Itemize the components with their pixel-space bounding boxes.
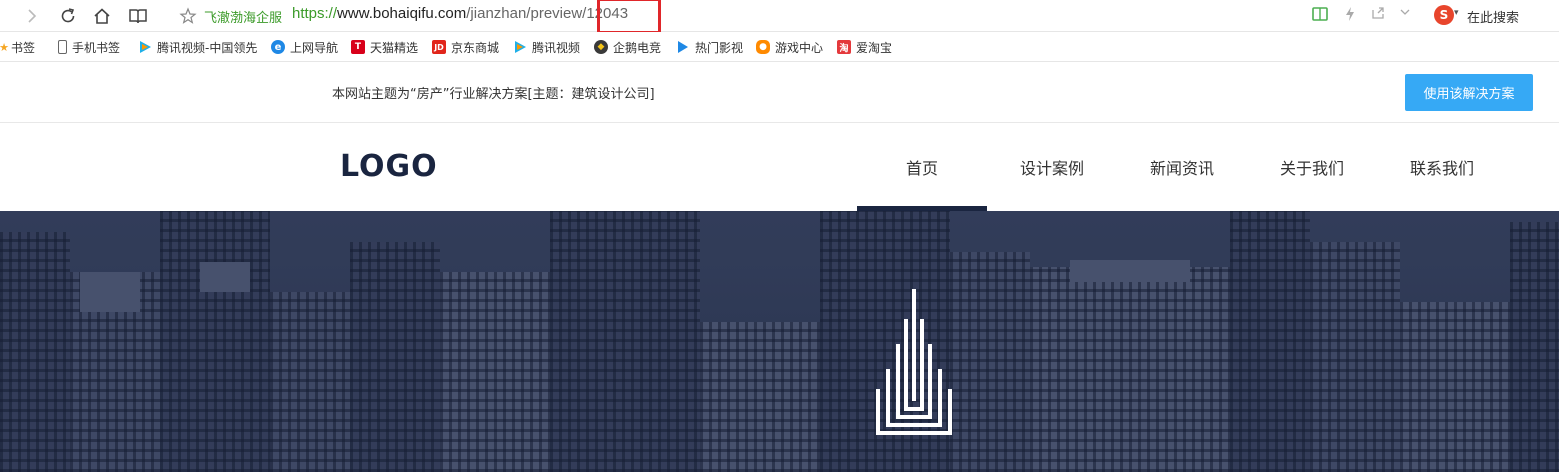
url-path: /jianzhan/preview/: [466, 5, 587, 22]
reload-button[interactable]: [56, 4, 80, 28]
bookmark-item[interactable]: e 上网导航: [271, 39, 338, 55]
forward-button[interactable]: [20, 4, 44, 28]
gamepad-icon: ●: [756, 40, 770, 54]
bookmarks-bar: ★ 书签 手机书签 腾讯视频-中国领先 e 上网导航 T 天猫精选 JD 京东商…: [0, 32, 1559, 62]
bookmark-star-button[interactable]: [176, 4, 200, 28]
nav-design-cases[interactable]: 设计案例: [987, 123, 1117, 211]
lightning-icon[interactable]: [1344, 6, 1356, 26]
theme-notice-text: 本网站主题为“房产”行业解决方案[主题：建筑设计公司]: [332, 87, 655, 102]
star-icon: ★: [0, 40, 9, 54]
reader-mode-icon[interactable]: [1311, 5, 1329, 27]
bookmark-item[interactable]: JD 京东商城: [432, 39, 499, 55]
tmall-icon: T: [351, 40, 365, 54]
tencent-video-icon: [513, 40, 527, 54]
taobao-icon: 淘: [837, 40, 851, 54]
star-outline-icon: [179, 7, 197, 24]
bookmark-item[interactable]: 热门影视: [676, 39, 743, 55]
tencent-video-icon: [138, 40, 152, 54]
nav-news[interactable]: 新闻资讯: [1117, 123, 1247, 211]
play-icon: [676, 40, 690, 54]
engine-dropdown-icon[interactable]: ▾: [1454, 8, 1459, 18]
search-box[interactable]: 在此搜索: [1467, 7, 1519, 26]
bookmark-item[interactable]: 手机书签: [58, 39, 120, 55]
nav-contact[interactable]: 联系我们: [1377, 123, 1507, 211]
site-name: 飞澈渤海企服: [204, 11, 283, 26]
bookmark-item[interactable]: T 天猫精选: [351, 39, 418, 55]
bookmark-item[interactable]: 腾讯视频: [513, 39, 580, 55]
home-button[interactable]: [90, 4, 114, 28]
chevron-right-icon: [28, 9, 37, 23]
hero-banner: [0, 211, 1559, 472]
theme-notice-bar: 本网站主题为“房产”行业解决方案[主题：建筑设计公司] 使用该解决方案: [0, 62, 1559, 123]
use-solution-button[interactable]: 使用该解决方案: [1405, 74, 1533, 111]
site-header: LOGO 首页 设计案例 新闻资讯 关于我们 联系我们: [0, 123, 1559, 211]
bookmark-item[interactable]: 腾讯视频-中国领先: [138, 39, 266, 55]
phone-icon: [58, 40, 67, 54]
home-icon: [94, 8, 110, 24]
chevron-down-icon[interactable]: [1399, 6, 1411, 22]
browser-address-bar: 飞澈渤海企服 https://www.bohaiqifu.com/jianzha…: [0, 0, 1559, 34]
url-host: www.bohaiqifu.com: [337, 5, 467, 22]
building-emblem-icon: [876, 289, 952, 435]
reload-icon: [61, 8, 75, 23]
bookmark-item[interactable]: ● 游戏中心: [756, 39, 823, 55]
penguin-esports-icon: ◆: [594, 40, 608, 54]
book-icon: [129, 9, 147, 24]
nav-home[interactable]: 首页: [857, 123, 987, 211]
nav-about[interactable]: 关于我们: [1247, 123, 1377, 211]
bookmark-item[interactable]: ◆ 企鹅电竞: [594, 39, 661, 55]
highlight-annotation-box: [597, 0, 661, 34]
site-logo[interactable]: LOGO: [340, 149, 438, 184]
share-icon[interactable]: [1371, 6, 1385, 24]
sogou-icon[interactable]: S: [1434, 5, 1454, 25]
bookmark-item[interactable]: ★ 书签: [0, 39, 35, 55]
url-input[interactable]: https://www.bohaiqifu.com/jianzhan/previ…: [292, 5, 628, 22]
url-protocol: https://: [292, 5, 338, 22]
jd-icon: JD: [432, 40, 446, 54]
bookmark-item[interactable]: 淘 爱淘宝: [837, 39, 892, 55]
reader-button[interactable]: [126, 4, 150, 28]
hero-overlay: [0, 211, 1559, 472]
ie-icon: e: [271, 40, 285, 54]
